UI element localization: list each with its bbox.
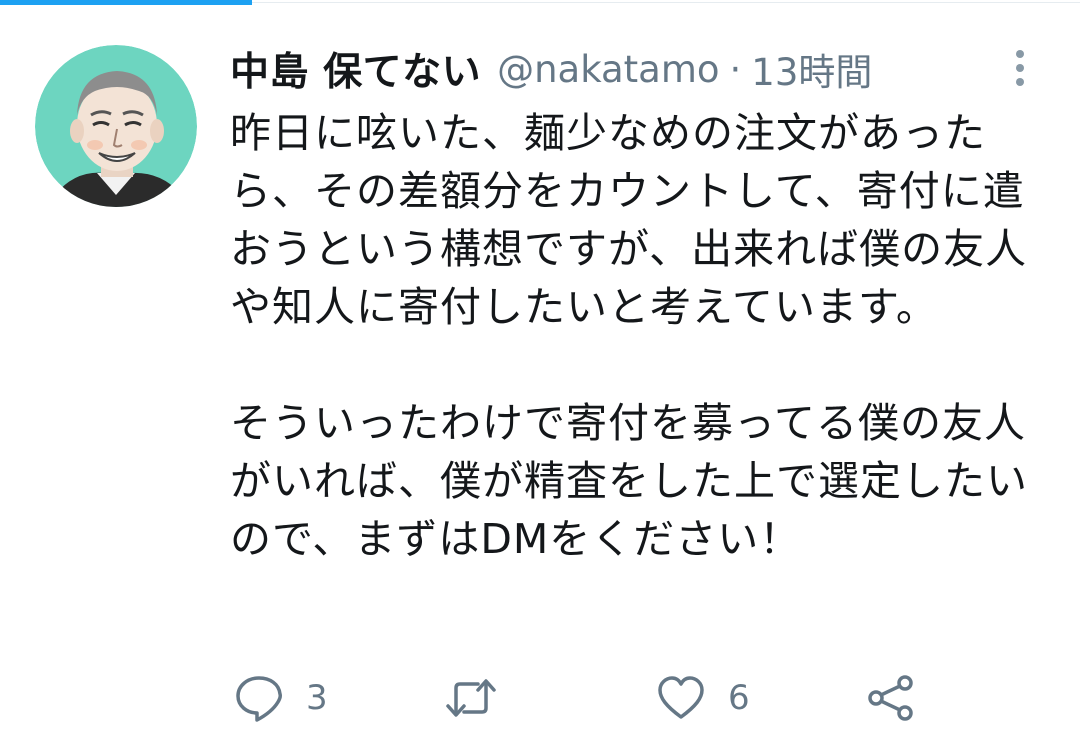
share-icon bbox=[868, 675, 913, 721]
top-divider bbox=[252, 2, 1080, 3]
heart-icon bbox=[658, 676, 704, 719]
retweet-icon bbox=[446, 679, 496, 717]
tweet-actions: 3 6 bbox=[0, 672, 1080, 724]
tweet-paragraph: そういったわけで寄付を募ってる僕の友人がいれば、僕が精査をした上で選定したいので… bbox=[230, 399, 1028, 563]
user-handle[interactable]: @nakatamo bbox=[497, 48, 719, 91]
tweet-text: 昨日に呟いた、麺少なめの注文があったら、その差額分をカウントして、寄付に遣おうと… bbox=[230, 104, 1050, 568]
display-name[interactable]: 中島 保てない bbox=[230, 41, 481, 97]
reply-icon bbox=[236, 676, 282, 722]
reply-count: 3 bbox=[306, 678, 328, 718]
more-vertical-icon[interactable] bbox=[1004, 46, 1036, 90]
retweet-button[interactable] bbox=[444, 672, 520, 724]
avatar[interactable] bbox=[35, 45, 197, 207]
top-progress-accent bbox=[0, 0, 252, 5]
separator-dot: · bbox=[729, 47, 742, 91]
like-button[interactable]: 6 bbox=[656, 672, 750, 724]
tweet-paragraph: 昨日に呟いた、麺少なめの注文があったら、その差額分をカウントして、寄付に遣おうと… bbox=[230, 109, 1028, 331]
avatar-illustration bbox=[35, 45, 197, 207]
top-progress-bar bbox=[0, 0, 1080, 8]
timestamp[interactable]: 13時間 bbox=[751, 42, 872, 96]
more-dot bbox=[1016, 64, 1024, 72]
tweet-header: 中島 保てない @nakatamo · 13時間 bbox=[230, 41, 872, 97]
reply-button[interactable]: 3 bbox=[234, 672, 328, 724]
more-dot bbox=[1016, 50, 1024, 58]
more-dot bbox=[1016, 78, 1024, 86]
share-button[interactable] bbox=[866, 672, 916, 724]
like-count: 6 bbox=[728, 678, 750, 718]
